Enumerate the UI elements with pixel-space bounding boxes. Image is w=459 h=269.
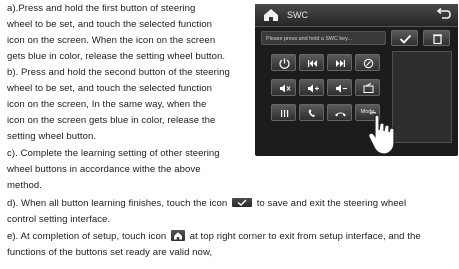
- speaker-mute-icon: [280, 84, 291, 93]
- home-icon: [264, 9, 278, 21]
- instruction-line: a).Press and hold the first button of st…: [7, 3, 196, 14]
- eq-button[interactable]: [271, 104, 296, 121]
- prev-track-button[interactable]: [299, 54, 324, 71]
- instruction-line: icon on the screen. When the icon on the…: [7, 35, 216, 46]
- instruction-line: wheel to be set, and touch the selected …: [7, 83, 213, 94]
- instruction-line: b). Press and hold the second button of …: [7, 67, 230, 78]
- check-icon: [399, 34, 412, 44]
- previous-track-icon: [308, 60, 317, 67]
- confirm-button[interactable]: [391, 30, 418, 46]
- instruction-line: setting wheel button.: [7, 131, 97, 142]
- next-track-icon: [336, 60, 345, 67]
- device-header: SWC: [255, 4, 458, 27]
- instruction-d-before: d). When all button learning finishes, t…: [7, 198, 228, 209]
- power-button[interactable]: [271, 54, 296, 71]
- instruction-line: wheel buttons in accordance withe the ab…: [7, 164, 201, 175]
- instruction-line-e: e). At completion of setup, touch icon a…: [7, 230, 421, 243]
- instruction-line: icon on the screen gets blue in color, r…: [7, 115, 216, 126]
- back-arrow-icon: [436, 7, 451, 19]
- swc-device-screen: SWC Please press and hold a SWC key... M…: [255, 4, 458, 156]
- equalizer-icon: [281, 110, 289, 117]
- swc-prompt-field: Please press and hold a SWC key...: [261, 31, 386, 45]
- instruction-line: method.: [7, 180, 43, 191]
- call-answer-button[interactable]: [299, 104, 324, 121]
- instruction-line: control setting interface.: [7, 214, 111, 225]
- phone-answer-icon: [308, 109, 315, 117]
- save-check-icon: [231, 197, 252, 207]
- instruction-line: icon on the screen, In the same way, whe…: [7, 99, 207, 110]
- radio-button[interactable]: [355, 79, 380, 96]
- home-button[interactable]: [261, 7, 281, 22]
- trash-icon: [433, 34, 442, 45]
- back-button[interactable]: [434, 7, 452, 22]
- mute-button[interactable]: [271, 79, 296, 96]
- instruction-line: c). Complete the learning setting of oth…: [7, 148, 220, 159]
- instruction-line: gets blue in color, release the setting …: [7, 51, 226, 62]
- delete-button[interactable]: [423, 30, 450, 46]
- volume-up-icon: [308, 84, 319, 93]
- power-icon: [279, 58, 290, 69]
- instruction-line: functions of the buttons set ready are v…: [7, 247, 213, 258]
- instruction-d-after: to save and exit the steering wheel: [256, 198, 407, 209]
- home-icon: [170, 230, 185, 241]
- volume-down-icon: [336, 84, 347, 93]
- compass-icon: [363, 58, 374, 69]
- instruction-line: wheel to be set, and touch the selected …: [7, 19, 213, 30]
- volume-up-button[interactable]: [299, 79, 324, 96]
- instruction-e-before: e). At completion of setup, touch icon: [7, 231, 167, 243]
- radio-icon: [363, 83, 374, 93]
- device-title: SWC: [287, 10, 308, 20]
- hand-pointer-icon: [368, 112, 395, 155]
- instruction-line-d: d). When all button learning finishes, t…: [7, 197, 407, 210]
- instruction-e-after: at top right corner to exit from setup i…: [189, 231, 421, 243]
- call-hangup-button[interactable]: [327, 104, 352, 121]
- phone-hangup-icon: [335, 112, 346, 117]
- next-track-button[interactable]: [327, 54, 352, 71]
- gps-button[interactable]: [355, 54, 380, 71]
- volume-down-button[interactable]: [327, 79, 352, 96]
